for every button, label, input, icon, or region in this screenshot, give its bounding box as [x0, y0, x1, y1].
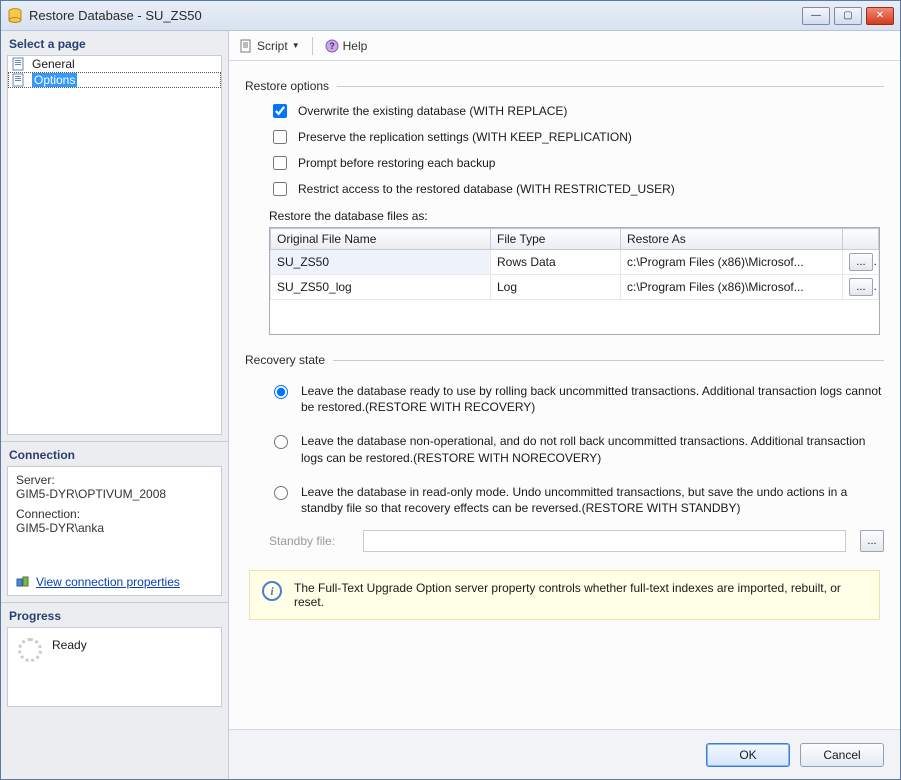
- restore-with-standby-radio[interactable]: [274, 486, 288, 500]
- script-label: Script: [257, 39, 288, 53]
- standby-browse-button[interactable]: ...: [860, 530, 884, 552]
- restore-with-norecovery-label: Leave the database non-operational, and …: [301, 433, 884, 465]
- restrict-label: Restrict access to the restored database…: [298, 182, 675, 196]
- progress-panel: Ready: [7, 627, 222, 707]
- col-restore-as[interactable]: Restore As: [621, 229, 843, 250]
- view-connection-properties-link[interactable]: View connection properties: [16, 575, 213, 589]
- browse-path-button[interactable]: ...: [849, 253, 873, 271]
- col-browse: [843, 229, 879, 250]
- page-item-label: Options: [32, 73, 77, 87]
- page-item-label: General: [32, 57, 75, 71]
- help-label: Help: [343, 39, 368, 53]
- preserve-checkbox-row[interactable]: Preserve the replication settings (WITH …: [269, 127, 884, 147]
- restrict-checkbox[interactable]: [273, 182, 287, 196]
- conn-link-label: View connection properties: [36, 575, 180, 589]
- progress-header: Progress: [7, 607, 222, 627]
- overwrite-checkbox[interactable]: [273, 104, 287, 118]
- restore-with-recovery-radio[interactable]: [274, 385, 288, 399]
- cell-type: Rows Data: [491, 250, 621, 275]
- restore-options-label: Restore options: [245, 79, 329, 93]
- cell-type: Log: [491, 275, 621, 300]
- help-button[interactable]: ? Help: [325, 39, 368, 53]
- restore-with-norecovery-radio[interactable]: [274, 435, 288, 449]
- restore-options-group: Restore options: [245, 79, 884, 93]
- maximize-button[interactable]: ▢: [834, 7, 862, 25]
- cell-path: c:\Program Files (x86)\Microsof...: [621, 250, 843, 275]
- script-dropdown[interactable]: Script ▼: [239, 39, 300, 53]
- page-icon: [12, 73, 26, 87]
- info-banner: i The Full-Text Upgrade Option server pr…: [249, 570, 880, 620]
- table-row[interactable]: SU_ZS50_log Log c:\Program Files (x86)\M…: [271, 275, 879, 300]
- overwrite-checkbox-row[interactable]: Overwrite the existing database (WITH RE…: [269, 101, 884, 121]
- preserve-checkbox[interactable]: [273, 130, 287, 144]
- minimize-button[interactable]: —: [802, 7, 830, 25]
- script-icon: [239, 39, 253, 53]
- prompt-checkbox-row[interactable]: Prompt before restoring each backup: [269, 153, 884, 173]
- recovery-radio-row[interactable]: Leave the database in read-only mode. Un…: [269, 484, 884, 516]
- svg-text:?: ?: [329, 41, 335, 51]
- browse-path-button[interactable]: ...: [849, 278, 873, 296]
- spinner-icon: [18, 638, 42, 662]
- recovery-radio-row[interactable]: Leave the database ready to use by rolli…: [269, 383, 884, 415]
- progress-status: Ready: [52, 638, 87, 652]
- restore-files-grid[interactable]: Original File Name File Type Restore As …: [269, 227, 880, 335]
- restrict-checkbox-row[interactable]: Restrict access to the restored database…: [269, 179, 884, 199]
- help-icon: ?: [325, 39, 339, 53]
- col-file-type[interactable]: File Type: [491, 229, 621, 250]
- dialog-footer: OK Cancel: [229, 729, 900, 779]
- recovery-radio-row[interactable]: Leave the database non-operational, and …: [269, 433, 884, 465]
- database-icon: [7, 8, 23, 24]
- connection-label: Connection:: [16, 507, 213, 521]
- separator: [312, 37, 313, 55]
- restore-with-standby-label: Leave the database in read-only mode. Un…: [301, 484, 884, 516]
- select-page-header: Select a page: [7, 35, 222, 55]
- ok-button[interactable]: OK: [706, 743, 790, 767]
- standby-file-label: Standby file:: [269, 534, 349, 548]
- recovery-state-group: Recovery state: [245, 353, 884, 367]
- cell-name: SU_ZS50: [271, 250, 491, 275]
- properties-icon: [16, 575, 30, 589]
- window-buttons: — ▢ ✕: [802, 7, 894, 25]
- restore-files-label: Restore the database files as:: [245, 209, 884, 223]
- connection-header: Connection: [7, 446, 222, 466]
- standby-file-row: Standby file: ...: [245, 530, 884, 552]
- prompt-checkbox[interactable]: [273, 156, 287, 170]
- overwrite-label: Overwrite the existing database (WITH RE…: [298, 104, 567, 118]
- cell-path: c:\Program Files (x86)\Microsof...: [621, 275, 843, 300]
- server-value: GIM5-DYR\OPTIVUM_2008: [16, 487, 213, 501]
- toolbar: Script ▼ ? Help: [229, 31, 900, 61]
- cancel-button[interactable]: Cancel: [800, 743, 884, 767]
- page-item-general[interactable]: General: [8, 56, 221, 72]
- chevron-down-icon: ▼: [292, 41, 300, 50]
- recovery-state-label: Recovery state: [245, 353, 325, 367]
- prompt-label: Prompt before restoring each backup: [298, 156, 495, 170]
- window-title: Restore Database - SU_ZS50: [29, 8, 802, 23]
- col-original-file-name[interactable]: Original File Name: [271, 229, 491, 250]
- titlebar: Restore Database - SU_ZS50 — ▢ ✕: [1, 1, 900, 31]
- page-list: General Options: [7, 55, 222, 435]
- close-button[interactable]: ✕: [866, 7, 894, 25]
- restore-with-recovery-label: Leave the database ready to use by rolli…: [301, 383, 884, 415]
- standby-file-input[interactable]: [363, 530, 846, 552]
- page-item-options[interactable]: Options: [8, 72, 221, 88]
- main-panel: Script ▼ ? Help Restore options: [229, 31, 900, 779]
- restore-database-dialog: Restore Database - SU_ZS50 — ▢ ✕ Select …: [0, 0, 901, 780]
- connection-value: GIM5-DYR\anka: [16, 521, 213, 535]
- sidebar: Select a page General Options: [1, 31, 229, 779]
- table-row[interactable]: SU_ZS50 Rows Data c:\Program Files (x86)…: [271, 250, 879, 275]
- cell-name: SU_ZS50_log: [271, 275, 491, 300]
- page-icon: [12, 57, 26, 71]
- info-icon: i: [262, 581, 282, 601]
- info-text: The Full-Text Upgrade Option server prop…: [294, 581, 867, 609]
- preserve-label: Preserve the replication settings (WITH …: [298, 130, 632, 144]
- server-label: Server:: [16, 473, 213, 487]
- connection-panel: Server: GIM5-DYR\OPTIVUM_2008 Connection…: [7, 466, 222, 596]
